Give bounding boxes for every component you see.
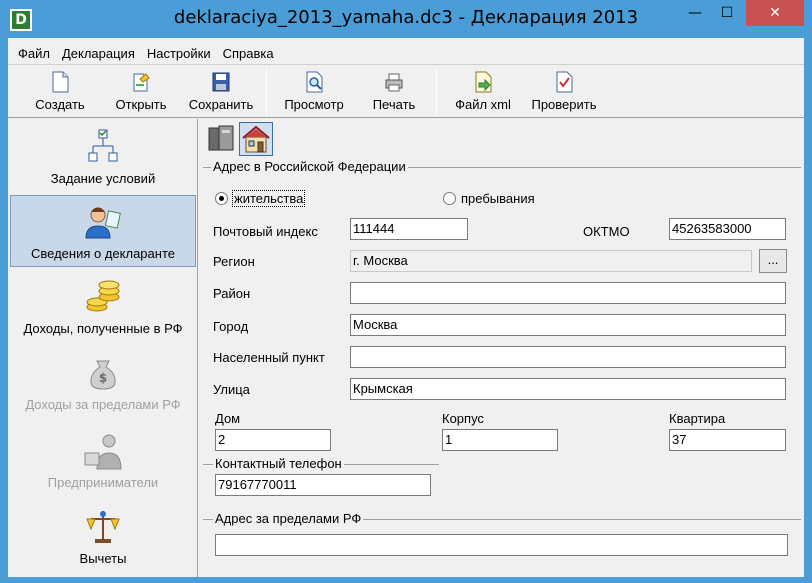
document-icon: [208, 125, 234, 151]
toolbar: Создать Открыть Сохранить Просмотр Печат…: [8, 64, 804, 118]
oktmo-label: ОКТМО: [583, 224, 630, 239]
open-label: Открыть: [115, 97, 167, 112]
sidebar-item-conditions[interactable]: Задание условий: [10, 121, 196, 193]
sidebar-item-declarant[interactable]: Сведения о декларанте: [10, 195, 196, 267]
sidebar-item-deductions[interactable]: Вычеты: [10, 501, 196, 573]
svg-text:$: $: [99, 371, 107, 385]
save-button[interactable]: Сохранить: [184, 71, 258, 117]
print-button[interactable]: Печать: [362, 71, 426, 117]
region-label: Регион: [213, 254, 255, 269]
address-abroad-field[interactable]: [215, 534, 788, 556]
preview-label: Просмотр: [284, 97, 344, 112]
create-label: Создать: [35, 97, 85, 112]
house-label: Дом: [215, 411, 241, 426]
street-field[interactable]: Крымская: [350, 378, 786, 400]
oktmo-field[interactable]: 45263583000: [669, 218, 786, 240]
sidebar-item-label: Доходы, полученные в РФ: [23, 321, 183, 336]
sidebar-item-label: Предприниматели: [47, 475, 159, 490]
locality-field[interactable]: [350, 346, 786, 368]
building-label: Корпус: [442, 411, 484, 426]
sidebar-item-entrepreneurs[interactable]: Предприниматели: [10, 425, 196, 497]
toolbar-separator: [436, 69, 437, 115]
print-label: Печать: [372, 97, 416, 112]
menu-declaration[interactable]: Декларация: [62, 46, 135, 61]
coins-icon: [86, 280, 120, 312]
radio-stay-label: пребывания: [461, 191, 535, 206]
person-icon: [85, 207, 121, 239]
city-label: Город: [213, 319, 249, 334]
building-field[interactable]: 1: [442, 429, 558, 451]
flowchart-icon: [88, 129, 118, 162]
sidebar-item-label: Вычеты: [79, 551, 127, 566]
district-field[interactable]: [350, 282, 786, 304]
postcode-label: Почтовый индекс: [213, 224, 318, 239]
sidebar: Задание условий Сведения о декларанте До…: [8, 119, 198, 577]
open-document-icon: [133, 73, 150, 92]
group-title-address-abroad: Адрес за пределами РФ: [213, 511, 364, 526]
sidebar-item-income-abroad[interactable]: $ Доходы за пределами РФ: [10, 347, 196, 419]
flat-field[interactable]: 37: [669, 429, 786, 451]
street-label: Улица: [213, 382, 250, 397]
house-field[interactable]: 2: [215, 429, 331, 451]
tab-address[interactable]: [239, 122, 273, 156]
check-document-icon: [556, 71, 573, 93]
sidebar-item-label: Доходы за пределами РФ: [25, 397, 181, 412]
create-button[interactable]: Создать: [28, 71, 92, 117]
new-document-icon: [52, 71, 69, 93]
radio-residence-label: жительства: [232, 190, 306, 207]
close-button[interactable]: ✕: [746, 0, 804, 26]
flat-label: Квартира: [669, 411, 726, 426]
minimize-button[interactable]: —: [680, 0, 710, 26]
region-select-button[interactable]: ...: [759, 249, 787, 273]
sidebar-item-label: Задание условий: [50, 171, 156, 186]
region-field: г. Москва: [350, 250, 752, 272]
menu-help[interactable]: Справка: [223, 46, 274, 61]
check-button[interactable]: Проверить: [526, 71, 602, 117]
check-label: Проверить: [531, 97, 597, 112]
preview-icon: [306, 71, 323, 93]
group-title-phone: Контактный телефон: [213, 456, 344, 471]
title-bar: D deklaraciya_2013_yamaha.dc3 - Декларац…: [0, 0, 812, 38]
city-field[interactable]: Москва: [350, 314, 786, 336]
save-label: Сохранить: [188, 97, 254, 112]
postcode-field[interactable]: 111444: [350, 218, 468, 240]
group-title-address-rf: Адрес в Российской Федерации: [211, 159, 408, 174]
radio-stay[interactable]: [443, 192, 456, 205]
floppy-disk-icon: [212, 72, 230, 92]
xml-file-label: Файл xml: [455, 97, 511, 112]
xml-export-icon: [475, 71, 492, 93]
locality-label: Населенный пункт: [213, 350, 325, 365]
house-icon: [242, 125, 270, 153]
open-button[interactable]: Открыть: [108, 71, 174, 117]
sidebar-item-income-rf[interactable]: Доходы, полученные в РФ: [10, 271, 196, 343]
xml-file-button[interactable]: Файл xml: [448, 71, 518, 117]
content-panel: Адрес в Российской Федерации жительства …: [199, 119, 804, 577]
preview-button[interactable]: Просмотр: [276, 71, 352, 117]
district-label: Район: [213, 286, 251, 301]
entrepreneur-icon: [84, 434, 122, 470]
printer-icon: [385, 73, 403, 92]
radio-selected-dot: [219, 196, 224, 201]
menu-file[interactable]: Файл: [18, 46, 50, 61]
phone-field[interactable]: 79167770011: [215, 474, 431, 496]
menu-bar: Файл Декларация Настройки Справка: [8, 42, 804, 64]
toolbar-separator: [266, 69, 267, 115]
tab-documents[interactable]: [205, 122, 239, 156]
menu-settings[interactable]: Настройки: [147, 46, 211, 61]
radio-residence[interactable]: [215, 192, 228, 205]
maximize-button[interactable]: ☐: [712, 0, 742, 26]
sidebar-item-label: Сведения о декларанте: [31, 246, 175, 261]
deductions-icon: [86, 511, 120, 543]
money-bag-icon: $: [90, 360, 116, 390]
